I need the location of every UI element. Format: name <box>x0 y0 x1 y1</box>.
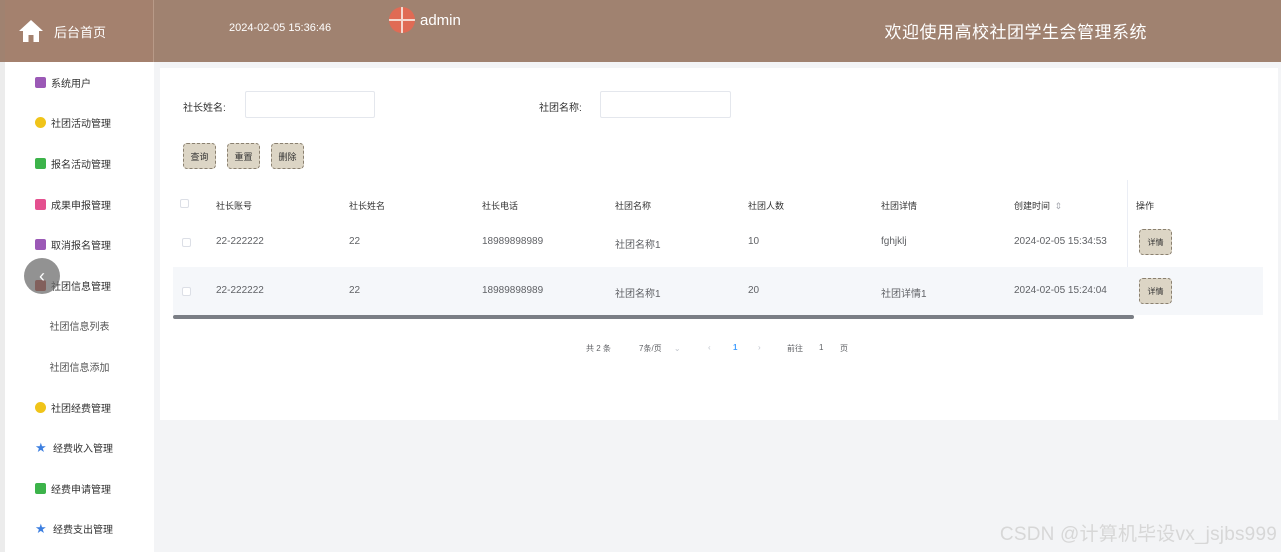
system-title: 欢迎使用高校社团学生会管理系统 <box>884 23 1147 42</box>
sidebar-subitem-club-add[interactable]: 社团信息添加 <box>5 346 154 387</box>
username: admin <box>420 11 461 29</box>
cell-members: 10 <box>748 236 760 247</box>
sidebar: 系统用户 社团活动管理 报名活动管理 成果申报管理 取消报名管理 社团信息管理 … <box>5 62 154 552</box>
cell-phone: 18989898989 <box>482 236 544 247</box>
home-label: 后台首页 <box>54 24 107 40</box>
page-size-select[interactable]: 7条/页 ⌄ <box>639 343 681 354</box>
th-leader-name: 社长姓名 <box>349 201 386 211</box>
sidebar-subitem-club-list[interactable]: 社团信息列表 <box>5 306 154 347</box>
th-club-details: 社团详情 <box>881 201 918 211</box>
sidebar-item-club-activities[interactable]: 社团活动管理 <box>5 103 154 144</box>
club-name-label: 社团名称: <box>539 103 582 114</box>
cancel-icon <box>35 239 46 251</box>
home-link[interactable]: 后台首页 <box>5 0 154 62</box>
sidebar-item-system-users[interactable]: 系统用户 <box>5 62 154 103</box>
watermark: CSDN @计算机毕设vx_jsjbs999 <box>999 524 1277 545</box>
select-all-checkbox[interactable] <box>180 199 189 208</box>
horizontal-scrollbar[interactable] <box>173 315 1134 319</box>
sidebar-item-label: 经费申请管理 <box>51 484 111 496</box>
cell-club: 社团名称1 <box>615 289 661 300</box>
activity-icon <box>35 117 46 129</box>
query-button[interactable]: 查询 <box>183 143 216 169</box>
sidebar-item-cancel-signup[interactable]: 取消报名管理 <box>5 224 154 265</box>
current-datetime: 2024-02-05 15:36:46 <box>229 22 332 34</box>
sidebar-item-signups[interactable]: 报名活动管理 <box>5 143 154 184</box>
detail-button[interactable]: 详情 <box>1139 229 1172 255</box>
sidebar-item-fund-expense[interactable]: ★ 经费支出管理 <box>5 509 154 550</box>
reset-button[interactable]: 重置 <box>227 143 260 169</box>
signup-icon <box>35 157 46 169</box>
top-header: 后台首页 2024-02-05 15:36:46 admin 欢迎使用高校社团学… <box>0 0 1281 62</box>
sidebar-item-fund-apply[interactable]: 经费申请管理 <box>5 468 154 509</box>
sidebar-item-label: 社团信息添加 <box>49 362 110 374</box>
sort-icon[interactable]: ⇕ <box>1055 201 1063 211</box>
th-actions: 操作 <box>1136 201 1155 211</box>
home-icon <box>19 20 43 42</box>
user-icon <box>35 76 46 88</box>
page-number-current[interactable]: 1 <box>733 343 737 352</box>
next-page-button[interactable]: › <box>758 343 761 352</box>
avatar <box>389 7 415 33</box>
star-icon: ★ <box>35 440 47 456</box>
page-size-value: 7条/页 <box>639 344 662 353</box>
star-icon: ★ <box>35 521 47 537</box>
delete-button[interactable]: 删除 <box>271 143 304 169</box>
th-member-count: 社团人数 <box>748 201 785 211</box>
funds-icon <box>35 401 46 413</box>
sidebar-item-label: 取消报名管理 <box>51 241 111 253</box>
content-panel: 社长姓名: 社团名称: 查询 重置 删除 社长账号 社长姓名 社长电话 社团名称… <box>160 68 1278 420</box>
sidebar-item-fund-income[interactable]: ★ 经费收入管理 <box>5 427 154 468</box>
back-button[interactable]: ‹ <box>24 258 60 294</box>
sidebar-item-label: 经费收入管理 <box>53 444 113 456</box>
row-checkbox[interactable] <box>182 287 191 296</box>
goto-label: 前往 <box>787 344 803 353</box>
chevron-down-icon: ⌄ <box>673 344 681 353</box>
apply-icon <box>35 482 46 494</box>
sidebar-item-label: 社团信息管理 <box>51 281 111 293</box>
cell-members: 20 <box>748 285 760 296</box>
cell-account: 22-222222 <box>216 236 264 247</box>
club-name-input[interactable] <box>600 91 731 118</box>
th-leader-account: 社长账号 <box>216 201 253 211</box>
table-row: 22-222222 22 18989898989 社团名称1 20 社团详情1 … <box>173 267 1263 315</box>
chevron-left-icon: ‹ <box>39 265 45 286</box>
detail-button[interactable]: 详情 <box>1139 278 1172 304</box>
sidebar-item-label: 经费支出管理 <box>53 525 113 537</box>
prev-page-button[interactable]: ‹ <box>708 343 711 352</box>
cell-created: 2024-02-05 15:24:04 <box>1014 285 1107 296</box>
cell-created: 2024-02-05 15:34:53 <box>1014 236 1107 247</box>
sidebar-item-label: 社团信息列表 <box>49 322 110 334</box>
sidebar-item-achievements[interactable]: 成果申报管理 <box>5 184 154 225</box>
sidebar-item-label: 社团经费管理 <box>51 403 111 415</box>
th-club-name: 社团名称 <box>615 201 652 211</box>
page-suffix: 页 <box>840 344 848 353</box>
sidebar-item-label: 报名活动管理 <box>51 159 111 171</box>
cell-club: 社团名称1 <box>615 240 661 251</box>
leader-name-label: 社长姓名: <box>183 103 226 114</box>
table-row: 22-222222 22 18989898989 社团名称1 10 fghjkl… <box>173 218 1263 266</box>
leader-name-input[interactable] <box>245 91 375 118</box>
pagination-total: 共 2 条 <box>586 344 611 353</box>
th-created-time[interactable]: 创建时间 ⇕ <box>1014 199 1062 212</box>
th-leader-phone: 社长电话 <box>482 201 519 211</box>
goto-page-input[interactable]: 1 <box>819 343 823 352</box>
sidebar-item-club-funds[interactable]: 社团经费管理 <box>5 387 154 428</box>
sidebar-item-label: 社团活动管理 <box>51 119 111 131</box>
cell-details: fghjklj <box>881 236 907 247</box>
row-checkbox[interactable] <box>182 238 191 247</box>
cell-name: 22 <box>349 285 361 296</box>
main-content: 社长姓名: 社团名称: 查询 重置 删除 社长账号 社长姓名 社长电话 社团名称… <box>154 62 1281 552</box>
user-menu[interactable]: admin <box>389 7 461 33</box>
cell-details: 社团详情1 <box>881 289 927 300</box>
sidebar-item-label: 系统用户 <box>51 78 91 90</box>
cell-name: 22 <box>349 236 361 247</box>
cell-phone: 18989898989 <box>482 285 544 296</box>
sidebar-item-label: 成果申报管理 <box>51 200 111 212</box>
achievement-icon <box>35 198 46 210</box>
cell-account: 22-222222 <box>216 285 264 296</box>
th-created-time-label: 创建时间 <box>1014 201 1051 211</box>
